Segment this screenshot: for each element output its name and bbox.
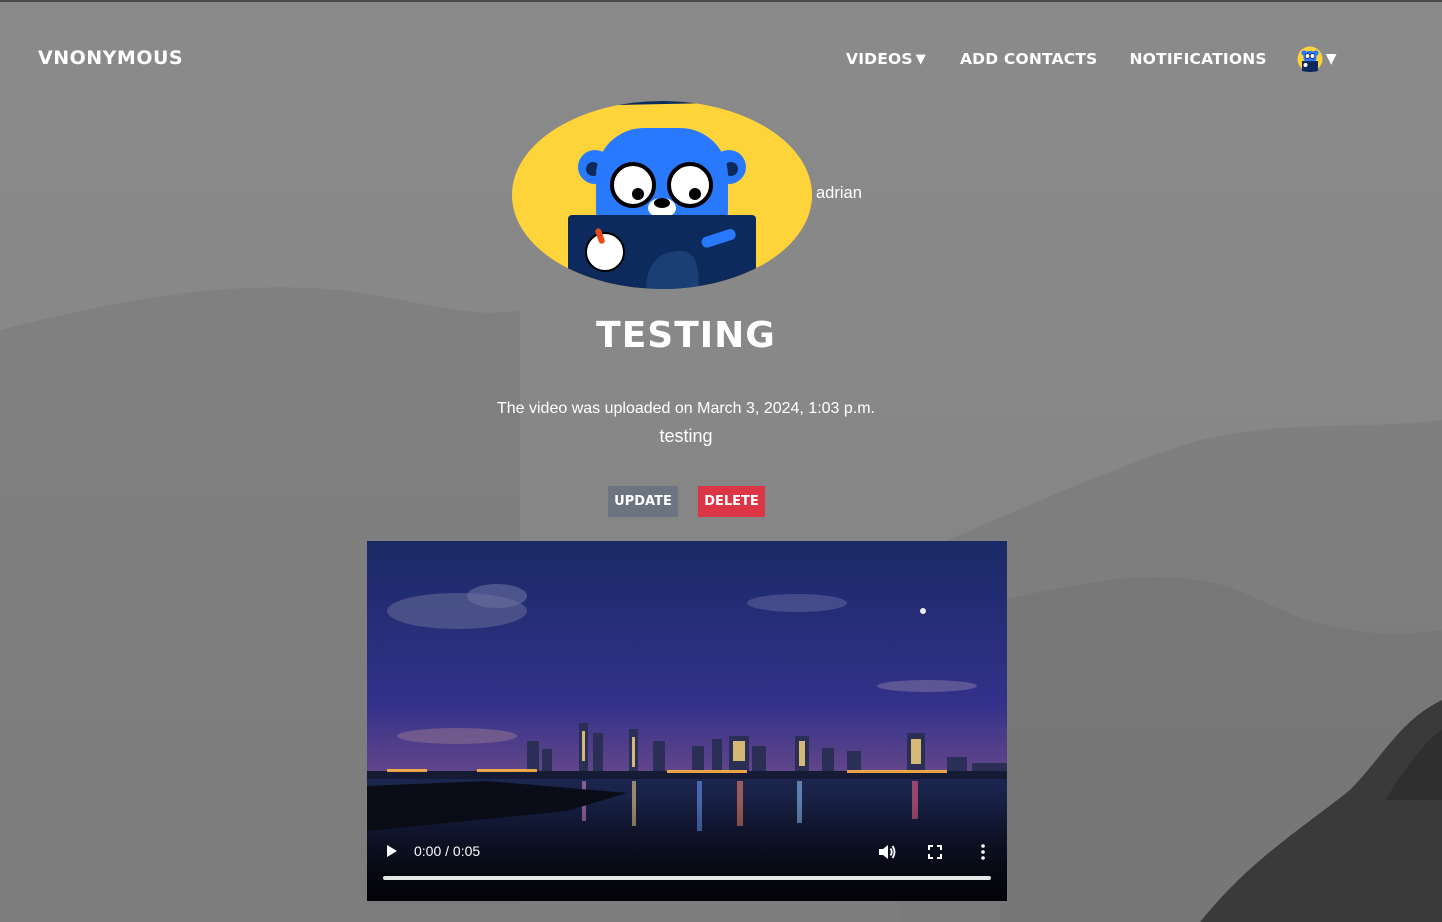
video-progress-bar[interactable] xyxy=(383,876,991,880)
brand-logo[interactable]: VNONYMOUS xyxy=(38,47,183,69)
update-button[interactable]: UPDATE xyxy=(608,486,678,517)
play-icon[interactable] xyxy=(385,843,399,859)
nav-notifications[interactable]: NOTIFICATIONS xyxy=(1130,50,1267,68)
user-menu-dropdown[interactable]: ▼ xyxy=(1297,46,1337,72)
profile-avatar[interactable] xyxy=(511,101,813,291)
chevron-down-icon: ▼ xyxy=(915,52,926,67)
nav-videos-label: VIDEOS xyxy=(846,50,913,68)
upload-date-text: The video was uploaded on March 3, 2024,… xyxy=(496,400,875,417)
nav-videos-dropdown[interactable]: VIDEOS ▼ xyxy=(846,50,926,68)
more-options-icon[interactable] xyxy=(977,843,989,861)
video-controls: 0:00 / 0:05 xyxy=(367,541,1007,901)
video-title: TESTING xyxy=(596,315,776,356)
time-display: 0:00 / 0:05 xyxy=(414,843,481,859)
top-border xyxy=(0,0,1442,2)
video-player[interactable]: 0:00 / 0:05 xyxy=(367,541,1007,901)
nav-add-contacts[interactable]: ADD CONTACTS xyxy=(960,50,1098,68)
gopher-avatar-icon xyxy=(1297,46,1323,72)
top-nav: VIDEOS ▼ ADD CONTACTS NOTIFICATIONS ▼ xyxy=(846,46,1337,72)
chevron-down-icon: ▼ xyxy=(1325,51,1337,67)
username-label[interactable]: adrian xyxy=(816,184,862,203)
volume-icon[interactable] xyxy=(877,843,897,861)
video-description: testing xyxy=(659,426,713,446)
fullscreen-icon[interactable] xyxy=(927,844,943,860)
delete-button[interactable]: DELETE xyxy=(698,486,765,517)
